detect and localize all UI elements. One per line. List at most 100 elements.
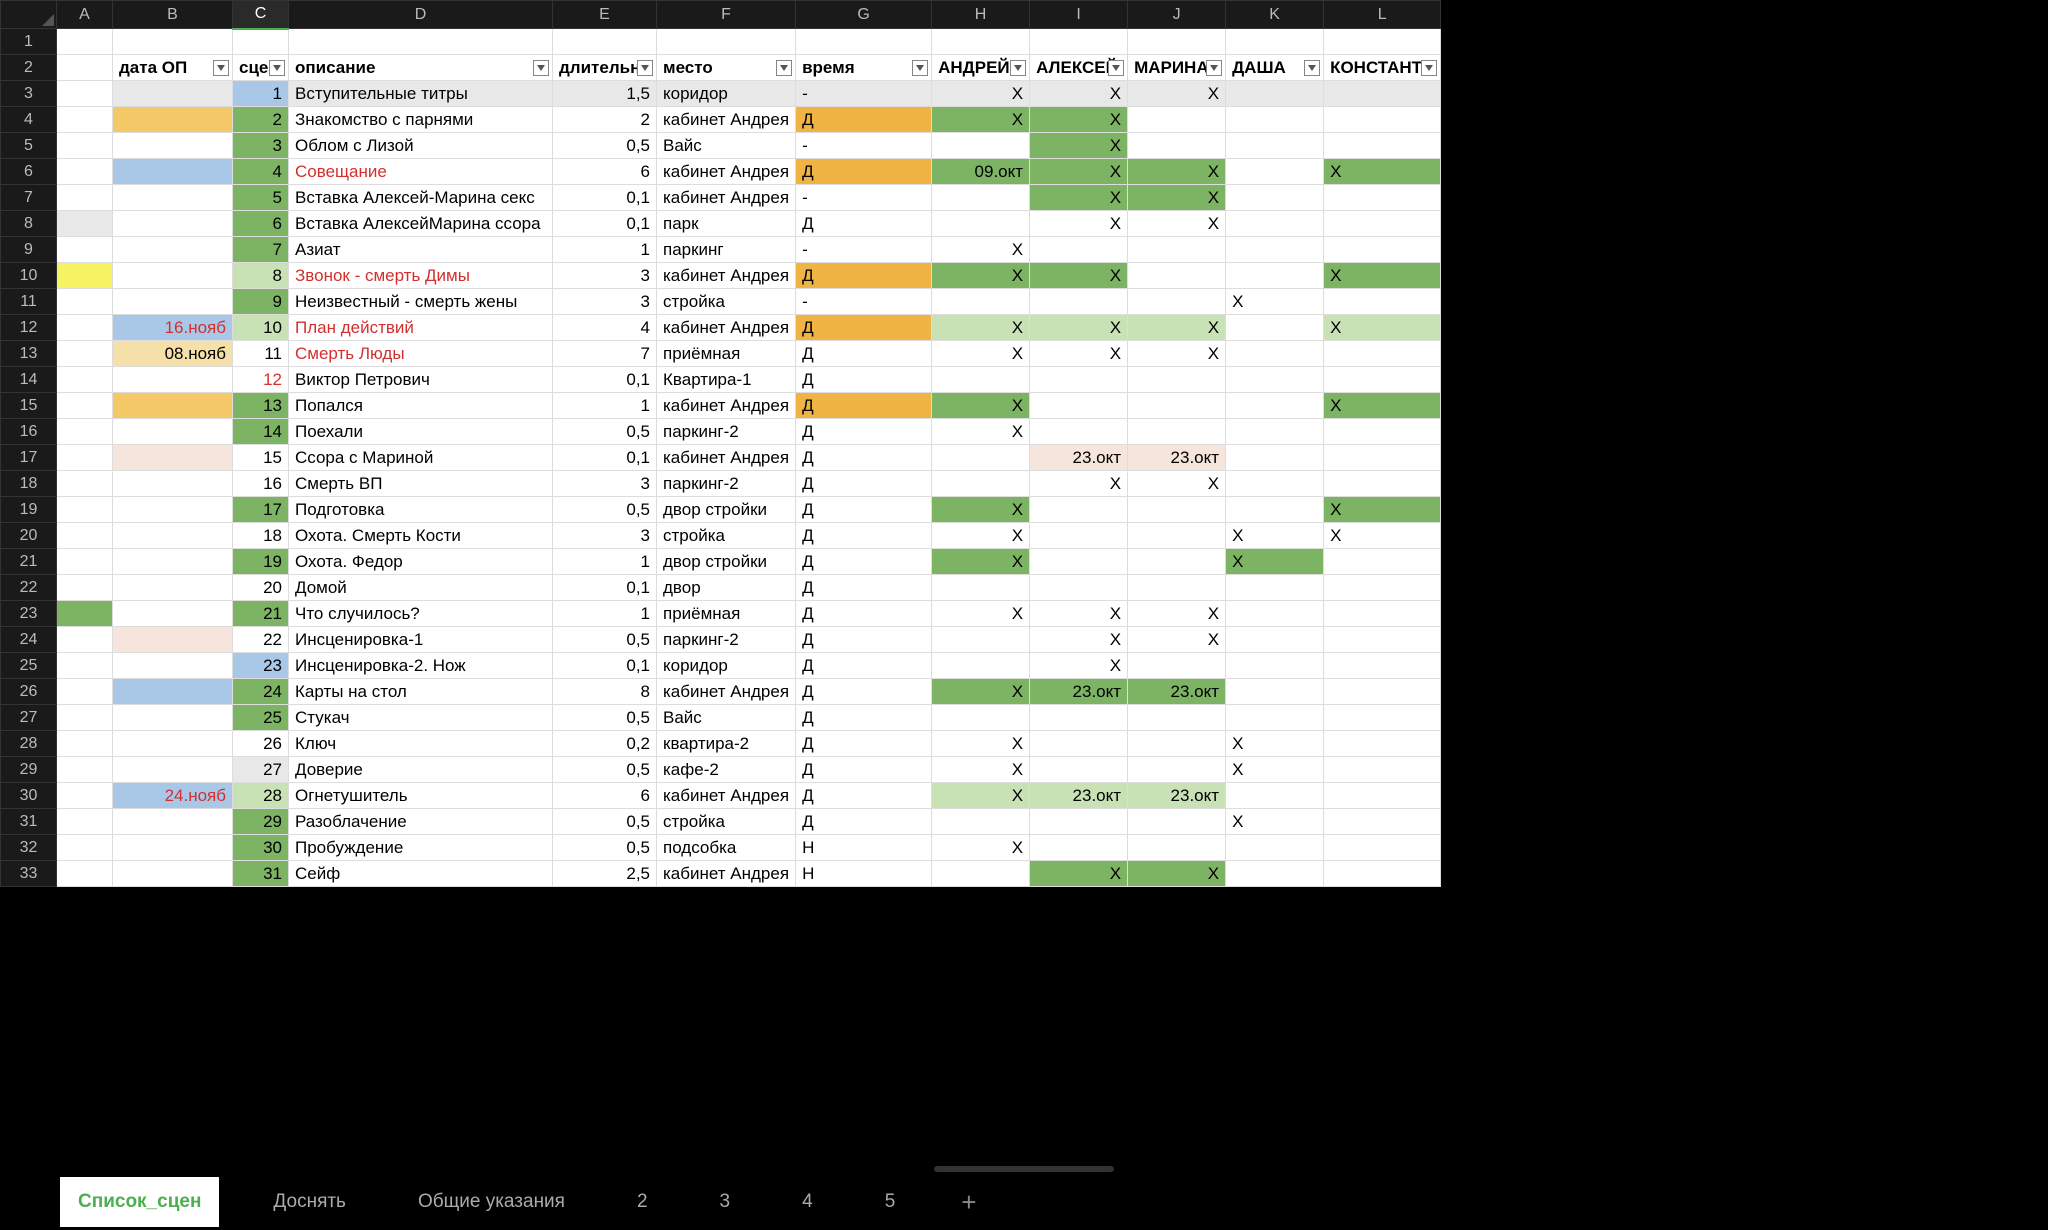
cell-C1[interactable] xyxy=(233,29,289,55)
cell-F17[interactable]: кабинет Андрея xyxy=(657,445,796,471)
cell-G26[interactable]: Д xyxy=(796,679,932,705)
cell-A23[interactable] xyxy=(57,601,113,627)
cell-C18[interactable]: 16 xyxy=(233,471,289,497)
cell-G23[interactable]: Д xyxy=(796,601,932,627)
cell-H7[interactable] xyxy=(932,185,1030,211)
cell-F20[interactable]: стройка xyxy=(657,523,796,549)
cell-D15[interactable]: Попался xyxy=(289,393,553,419)
cell-J3[interactable]: X xyxy=(1128,81,1226,107)
cell-E33[interactable]: 2,5 xyxy=(553,861,657,887)
row-header-27[interactable]: 27 xyxy=(1,705,57,731)
cell-C5[interactable]: 3 xyxy=(233,133,289,159)
row-header-19[interactable]: 19 xyxy=(1,497,57,523)
cell-F3[interactable]: коридор xyxy=(657,81,796,107)
cell-H20[interactable]: X xyxy=(932,523,1030,549)
row-header-17[interactable]: 17 xyxy=(1,445,57,471)
cell-G28[interactable]: Д xyxy=(796,731,932,757)
cell-L13[interactable] xyxy=(1324,341,1441,367)
cell-K23[interactable] xyxy=(1226,601,1324,627)
header-cell-I[interactable]: АЛЕКСЕЙ xyxy=(1030,55,1128,81)
cell-I19[interactable] xyxy=(1030,497,1128,523)
cell-D22[interactable]: Домой xyxy=(289,575,553,601)
cell-G8[interactable]: Д xyxy=(796,211,932,237)
cell-J22[interactable] xyxy=(1128,575,1226,601)
cell-B5[interactable] xyxy=(113,133,233,159)
cell-J4[interactable] xyxy=(1128,107,1226,133)
cell-K21[interactable]: X xyxy=(1226,549,1324,575)
cell-F6[interactable]: кабинет Андрея xyxy=(657,159,796,185)
cell-C28[interactable]: 26 xyxy=(233,731,289,757)
cell-L11[interactable] xyxy=(1324,289,1441,315)
cell-L7[interactable] xyxy=(1324,185,1441,211)
cell-C31[interactable]: 29 xyxy=(233,809,289,835)
col-header-H[interactable]: H xyxy=(932,1,1030,29)
cell-F9[interactable]: паркинг xyxy=(657,237,796,263)
cell-J31[interactable] xyxy=(1128,809,1226,835)
cell-K19[interactable] xyxy=(1226,497,1324,523)
row-header-18[interactable]: 18 xyxy=(1,471,57,497)
cell-G18[interactable]: Д xyxy=(796,471,932,497)
cell-K29[interactable]: X xyxy=(1226,757,1324,783)
cell-B31[interactable] xyxy=(113,809,233,835)
cell-A20[interactable] xyxy=(57,523,113,549)
cell-G15[interactable]: Д xyxy=(796,393,932,419)
cell-B16[interactable] xyxy=(113,419,233,445)
cell-K6[interactable] xyxy=(1226,159,1324,185)
cell-B15[interactable] xyxy=(113,393,233,419)
cell-B12[interactable]: 16.нояб xyxy=(113,315,233,341)
cell-D16[interactable]: Поехали xyxy=(289,419,553,445)
cell-E13[interactable]: 7 xyxy=(553,341,657,367)
cell-A27[interactable] xyxy=(57,705,113,731)
cell-G33[interactable]: Н xyxy=(796,861,932,887)
cell-E26[interactable]: 8 xyxy=(553,679,657,705)
cell-A19[interactable] xyxy=(57,497,113,523)
cell-H22[interactable] xyxy=(932,575,1030,601)
cell-C8[interactable]: 6 xyxy=(233,211,289,237)
cell-K18[interactable] xyxy=(1226,471,1324,497)
cell-I27[interactable] xyxy=(1030,705,1128,731)
cell-I29[interactable] xyxy=(1030,757,1128,783)
cell-J7[interactable]: X xyxy=(1128,185,1226,211)
filter-dropdown-icon[interactable] xyxy=(213,60,229,76)
cell-E11[interactable]: 3 xyxy=(553,289,657,315)
col-header-G[interactable]: G xyxy=(796,1,932,29)
col-header-F[interactable]: F xyxy=(657,1,796,29)
cell-L21[interactable] xyxy=(1324,549,1441,575)
row-header-4[interactable]: 4 xyxy=(1,107,57,133)
cell-B8[interactable] xyxy=(113,211,233,237)
cell-G31[interactable]: Д xyxy=(796,809,932,835)
cell-J20[interactable] xyxy=(1128,523,1226,549)
cell-B22[interactable] xyxy=(113,575,233,601)
cell-H11[interactable] xyxy=(932,289,1030,315)
cell-G19[interactable]: Д xyxy=(796,497,932,523)
cell-L29[interactable] xyxy=(1324,757,1441,783)
cell-B32[interactable] xyxy=(113,835,233,861)
sheet-tab-2[interactable]: Общие указания xyxy=(400,1177,583,1227)
cell-D17[interactable]: Ссора с Мариной xyxy=(289,445,553,471)
cell-K5[interactable] xyxy=(1226,133,1324,159)
cell-J11[interactable] xyxy=(1128,289,1226,315)
cell-F15[interactable]: кабинет Андрея xyxy=(657,393,796,419)
cell-C26[interactable]: 24 xyxy=(233,679,289,705)
cell-A8[interactable] xyxy=(57,211,113,237)
cell-G32[interactable]: Н xyxy=(796,835,932,861)
cell-E24[interactable]: 0,5 xyxy=(553,627,657,653)
header-cell-L[interactable]: КОНСТАНТИ xyxy=(1324,55,1441,81)
cell-E1[interactable] xyxy=(553,29,657,55)
cell-B7[interactable] xyxy=(113,185,233,211)
cell-L6[interactable]: X xyxy=(1324,159,1441,185)
select-all-corner[interactable] xyxy=(1,1,57,29)
filter-dropdown-icon[interactable] xyxy=(1304,60,1320,76)
cell-L31[interactable] xyxy=(1324,809,1441,835)
cell-A32[interactable] xyxy=(57,835,113,861)
cell-B27[interactable] xyxy=(113,705,233,731)
cell-K24[interactable] xyxy=(1226,627,1324,653)
cell-G1[interactable] xyxy=(796,29,932,55)
cell-C16[interactable]: 14 xyxy=(233,419,289,445)
filter-dropdown-icon[interactable] xyxy=(1010,60,1026,76)
col-header-K[interactable]: K xyxy=(1226,1,1324,29)
cell-D8[interactable]: Вставка АлексейМарина ссора xyxy=(289,211,553,237)
cell-J10[interactable] xyxy=(1128,263,1226,289)
cell-C7[interactable]: 5 xyxy=(233,185,289,211)
cell-F11[interactable]: стройка xyxy=(657,289,796,315)
